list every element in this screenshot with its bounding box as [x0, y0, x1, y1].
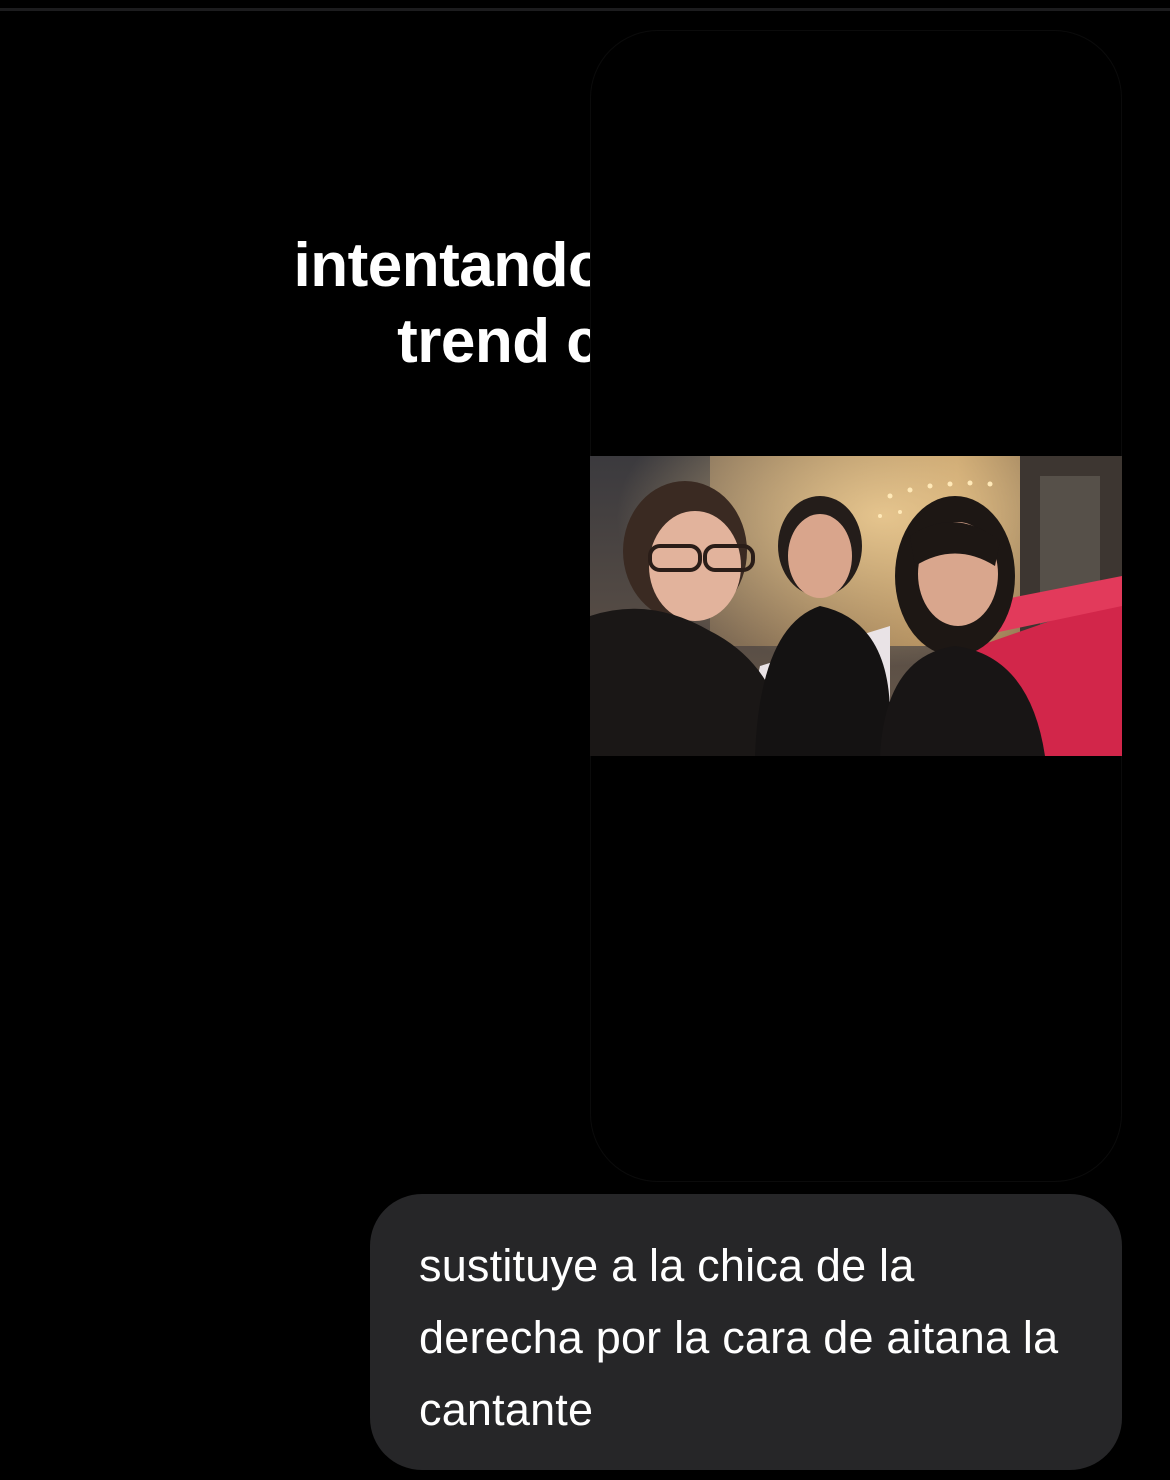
selfie-photo[interactable] [590, 456, 1122, 756]
user-message-text: sustituye a la chica de la derecha por l… [419, 1240, 1059, 1435]
top-divider [0, 8, 1170, 11]
user-message-bubble[interactable]: sustituye a la chica de la derecha por l… [370, 1194, 1122, 1470]
